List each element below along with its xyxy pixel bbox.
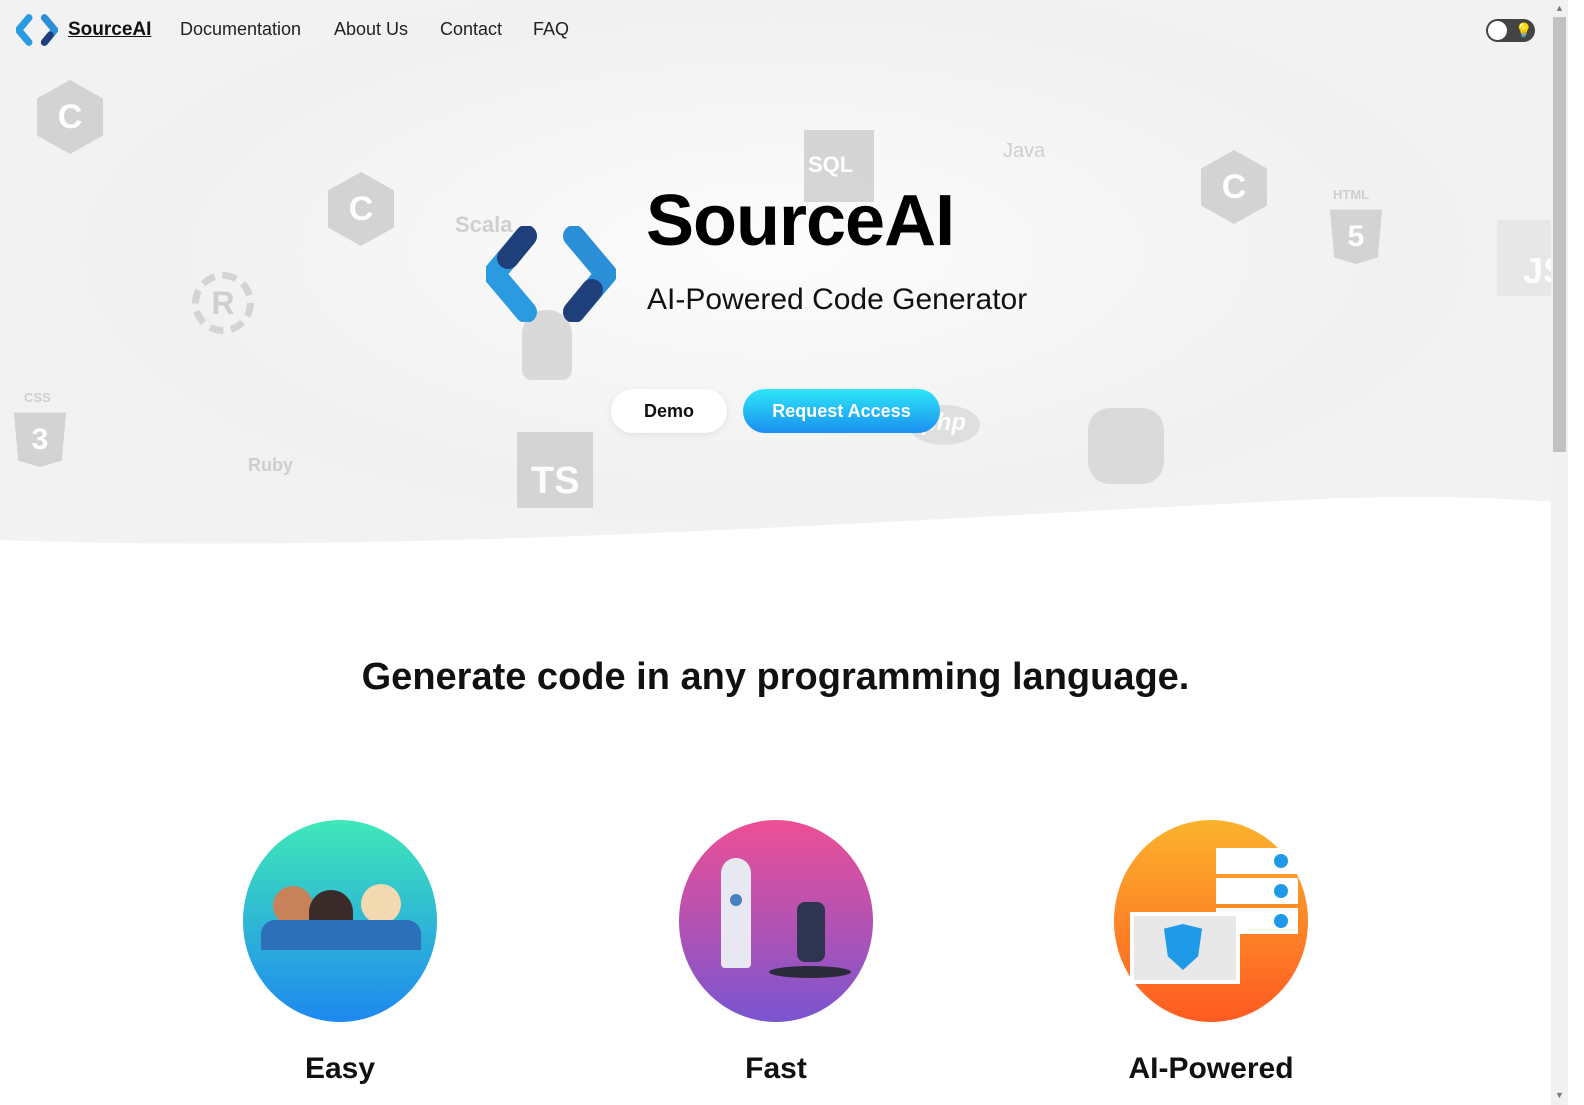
nav-contact[interactable]: Contact xyxy=(440,19,502,40)
lightbulb-icon: 💡 xyxy=(1515,22,1533,38)
nav-about-us[interactable]: About Us xyxy=(334,19,408,40)
demo-button[interactable]: Demo xyxy=(611,389,727,433)
hero-subtitle: AI-Powered Code Generator xyxy=(647,283,1028,316)
rocket-illustration-icon xyxy=(679,820,873,1022)
hero-wave-divider xyxy=(0,496,1551,570)
ruby-logo-icon: Ruby xyxy=(248,455,293,475)
server-shield-illustration-icon xyxy=(1114,820,1308,1022)
cpp-logo-icon: C xyxy=(37,80,103,154)
top-nav: SourceAI Documentation About Us Contact … xyxy=(0,0,1551,60)
feature-ai-powered: AI-Powered xyxy=(1114,820,1308,1085)
feature-title: Easy xyxy=(304,1052,376,1085)
feature-title: AI-Powered xyxy=(1128,1052,1294,1085)
scroll-down-arrow-icon[interactable]: ▼ xyxy=(1551,1090,1568,1100)
people-illustration-icon xyxy=(243,820,437,1022)
sourceai-logo-icon xyxy=(16,14,58,46)
nav-faq[interactable]: FAQ xyxy=(533,19,569,40)
feature-title: Fast xyxy=(745,1052,807,1085)
csharp-logo-icon: C xyxy=(328,172,394,246)
theme-toggle[interactable]: 💡 xyxy=(1486,19,1535,42)
brand-name: SourceAI xyxy=(68,19,152,40)
c-logo-icon: C xyxy=(1201,150,1267,224)
hero-section: C C C R Scala SQL Java HTML 5 CSS 3 Ruby… xyxy=(0,0,1551,560)
nav-documentation[interactable]: Documentation xyxy=(180,19,301,40)
scroll-up-arrow-icon[interactable]: ▲ xyxy=(1551,3,1568,13)
css3-logo-icon: 3 xyxy=(14,412,66,467)
sourceai-logo-large-icon xyxy=(486,226,616,322)
feature-easy: Easy xyxy=(243,820,437,1085)
html-label: HTML xyxy=(1333,187,1370,202)
feature-fast: Fast xyxy=(679,820,873,1085)
request-access-button[interactable]: Request Access xyxy=(743,389,940,433)
css-label: CSS xyxy=(24,390,51,405)
java-logo-icon: Java xyxy=(1003,140,1046,162)
scrollbar-thumb[interactable] xyxy=(1553,17,1566,452)
js-logo-icon: JS xyxy=(1497,220,1551,296)
section-heading: Generate code in any programming languag… xyxy=(361,656,1190,698)
page: C C C R Scala SQL Java HTML 5 CSS 3 Ruby… xyxy=(0,0,1551,1105)
python-logo-icon xyxy=(1088,408,1164,484)
hero-title: SourceAI xyxy=(646,181,955,261)
brand-link[interactable]: SourceAI xyxy=(16,14,151,46)
rust-logo-icon: R xyxy=(192,272,254,334)
html5-logo-icon: 5 xyxy=(1330,209,1382,264)
toggle-knob xyxy=(1488,21,1507,40)
vertical-scrollbar[interactable]: ▲ ▼ xyxy=(1551,0,1568,1105)
